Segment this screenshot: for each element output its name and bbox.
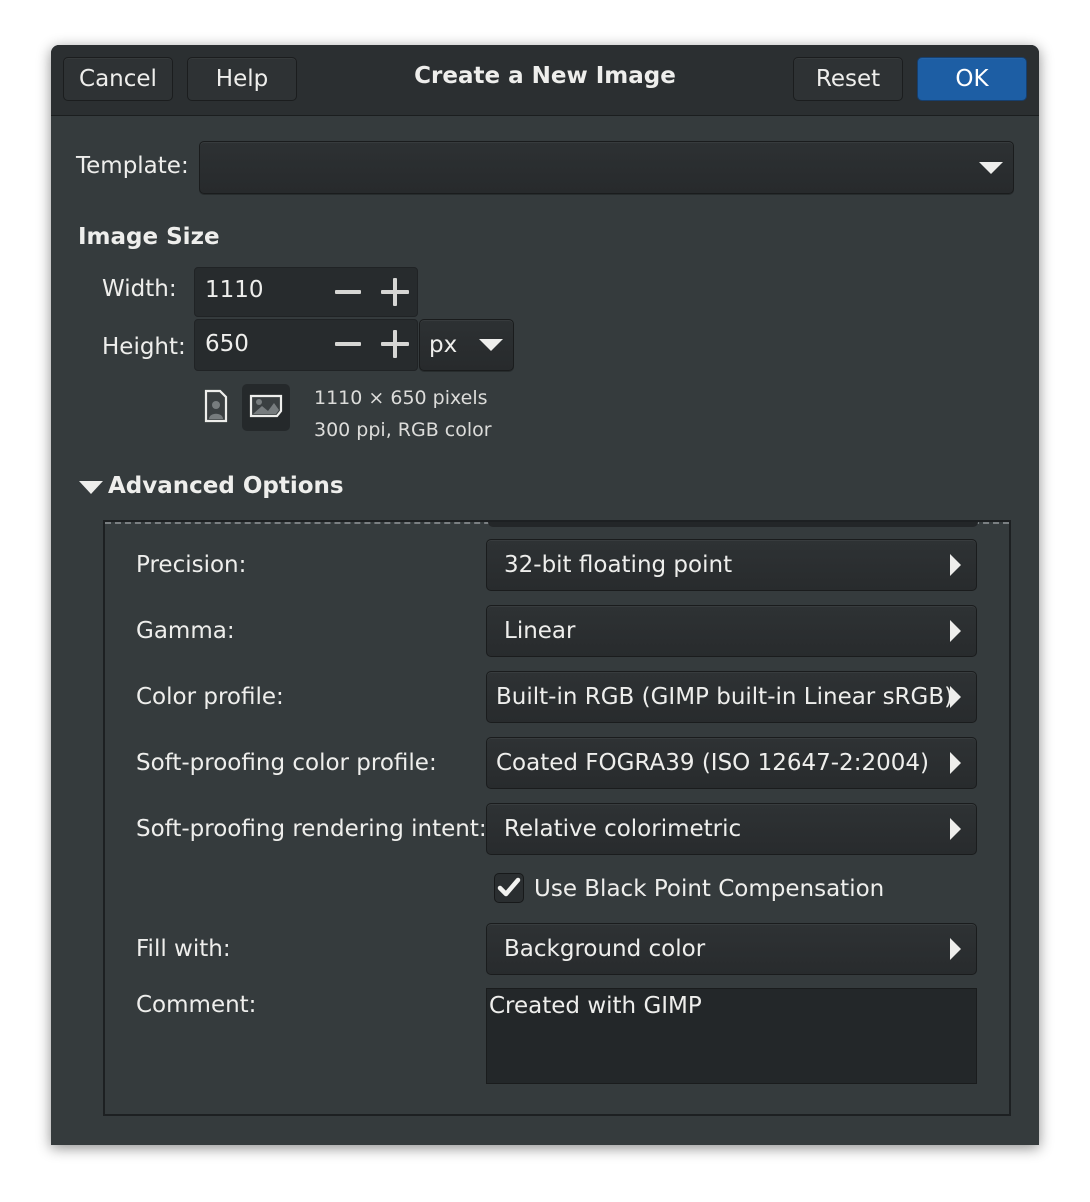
height-increment-button[interactable] [371, 320, 417, 370]
chevron-right-icon [950, 818, 961, 840]
height-decrement-button[interactable] [325, 320, 371, 370]
width-value[interactable]: 1110 [205, 277, 264, 303]
soft-proofing-profile-button[interactable]: Coated FOGRA39 (ISO 12647-2:2004) [486, 737, 977, 789]
landscape-orientation-button[interactable] [242, 384, 290, 431]
height-value[interactable]: 650 [205, 331, 249, 357]
chevron-down-icon [479, 339, 503, 351]
black-point-label[interactable]: Use Black Point Compensation [534, 876, 884, 902]
comment-value[interactable]: Created with GIMP [489, 993, 702, 1019]
reset-button[interactable]: Reset [793, 57, 903, 101]
gamma-label: Gamma: [136, 618, 235, 644]
gamma-button[interactable]: Linear [486, 605, 977, 657]
precision-label: Precision: [136, 552, 247, 578]
unit-value: px [429, 332, 458, 358]
fill-with-button[interactable]: Background color [486, 923, 977, 975]
color-profile-button[interactable]: Built-in RGB (GIMP built-in Linear sRGB) [486, 671, 977, 723]
color-profile-value: Built-in RGB (GIMP built-in Linear sRGB) [496, 684, 954, 710]
landscape-icon [249, 394, 283, 418]
minus-icon [335, 290, 361, 294]
fill-with-label: Fill with: [136, 936, 231, 962]
width-label: Width: [102, 276, 177, 302]
image-size-heading: Image Size [78, 224, 220, 250]
template-combo[interactable] [199, 141, 1014, 194]
checkmark-icon [497, 877, 521, 897]
image-size-info: 1110 × 650 pixels [314, 387, 488, 409]
height-spinbutton[interactable]: 650 [194, 319, 418, 371]
width-decrement-button[interactable] [325, 268, 371, 316]
width-increment-button[interactable] [371, 268, 417, 316]
create-new-image-dialog: Cancel Help Create a New Image Reset OK … [51, 45, 1039, 1145]
cancel-button[interactable]: Cancel [63, 57, 173, 101]
precision-button[interactable]: 32-bit floating point [486, 539, 977, 591]
comment-label: Comment: [136, 992, 257, 1018]
width-spinbutton[interactable]: 1110 [194, 267, 418, 317]
ok-button[interactable]: OK [917, 57, 1027, 101]
rendering-intent-value: Relative colorimetric [504, 816, 742, 842]
gamma-value: Linear [504, 618, 576, 644]
chevron-right-icon [950, 686, 961, 708]
chevron-right-icon [950, 938, 961, 960]
scrolled-widget-edge [488, 522, 978, 527]
header-bar: Cancel Help Create a New Image Reset OK [51, 45, 1039, 116]
rendering-intent-label: Soft-proofing rendering intent: [136, 816, 487, 842]
soft-proofing-profile-value: Coated FOGRA39 (ISO 12647-2:2004) [496, 750, 929, 776]
portrait-orientation-button[interactable] [202, 388, 232, 424]
chevron-right-icon [950, 554, 961, 576]
precision-value: 32-bit floating point [504, 552, 733, 578]
plus-icon-stroke [393, 278, 397, 306]
comment-textarea[interactable]: Created with GIMP [486, 988, 977, 1084]
rendering-intent-button[interactable]: Relative colorimetric [486, 803, 977, 855]
chevron-right-icon [950, 620, 961, 642]
fill-with-value: Background color [504, 936, 706, 962]
unit-combo[interactable]: px [419, 319, 514, 371]
portrait-icon [204, 389, 228, 423]
plus-icon-stroke [393, 330, 397, 358]
image-resolution-info: 300 ppi, RGB color [314, 419, 492, 441]
soft-proofing-profile-label: Soft-proofing color profile: [136, 750, 437, 776]
expander-arrow-icon [79, 481, 103, 494]
color-profile-label: Color profile: [136, 684, 284, 710]
chevron-right-icon [950, 752, 961, 774]
minus-icon [335, 342, 361, 346]
black-point-checkbox[interactable] [494, 873, 524, 903]
height-label: Height: [102, 334, 186, 360]
help-button[interactable]: Help [187, 57, 297, 101]
advanced-options-expander[interactable]: Advanced Options [79, 473, 344, 505]
chevron-down-icon [979, 162, 1003, 174]
advanced-options-label: Advanced Options [108, 473, 344, 499]
template-label: Template: [76, 153, 189, 179]
